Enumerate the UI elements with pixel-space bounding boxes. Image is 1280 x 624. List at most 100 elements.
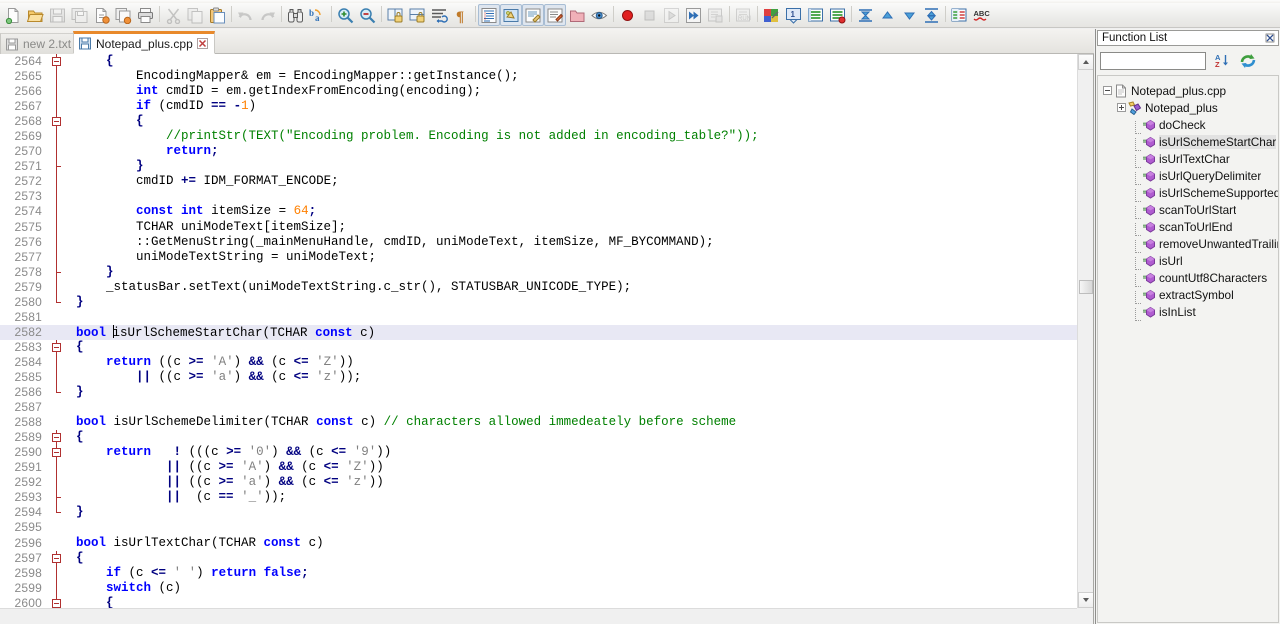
function-list-item[interactable]: isUrlSchemeSupported (1098, 184, 1278, 202)
code-line[interactable]: 2591 || ((c >= 'A') && (c <= 'Z')) (0, 460, 1077, 476)
code-line[interactable]: 2572 cmdID += IDM_FORMAT_ENCODE; (0, 174, 1077, 190)
toolbar-close-all-button[interactable] (112, 4, 134, 26)
toolbar-function-list-button[interactable] (544, 4, 566, 26)
close-icon[interactable] (1264, 32, 1276, 44)
fold-collapse-box[interactable] (52, 598, 61, 608)
fold-margin-cell[interactable] (48, 430, 66, 446)
code-line[interactable]: 2576 ::GetMenuString(_mainMenuHandle, cm… (0, 234, 1077, 250)
code-line[interactable]: 2584 return ((c >= 'A') && (c <= 'Z')) (0, 354, 1077, 370)
fold-collapse-box[interactable] (52, 117, 61, 127)
reload-arrows-icon[interactable] (1238, 51, 1258, 71)
function-list-item[interactable]: removeUnwantedTrailingC (1098, 235, 1278, 253)
code-line[interactable]: 2581 (0, 309, 1077, 325)
toolbar-show-all-chars-button[interactable]: ¶ (450, 4, 472, 26)
code-line[interactable]: 2567 if (cmdID == -1) (0, 99, 1077, 115)
function-list-search-input[interactable] (1100, 51, 1206, 70)
code-line[interactable]: 2569 //printStr(TEXT("Encoding problem. … (0, 129, 1077, 145)
toolbar-folder-as-workspace-button[interactable] (566, 4, 588, 26)
toolbar-open-file-button[interactable] (24, 4, 46, 26)
toolbar-replace-button[interactable]: ba (306, 4, 328, 26)
code-line[interactable]: 2571 } (0, 159, 1077, 175)
code-line[interactable]: 2595 (0, 520, 1077, 536)
code-line[interactable]: 2578 } (0, 264, 1077, 280)
toolbar-monitoring-button[interactable] (588, 4, 610, 26)
toolbar-doc-map-button[interactable] (522, 4, 544, 26)
toolbar-word-wrap-button[interactable] (428, 4, 450, 26)
code-line[interactable]: 2590 return ! (((c >= '0') && (c <= '9')… (0, 445, 1077, 461)
code-line[interactable]: 2598 if (c <= ' ') return false; (0, 565, 1077, 581)
fold-margin-cell[interactable] (48, 445, 66, 461)
toolbar-sync-vertical-scroll-button[interactable] (384, 4, 406, 26)
code-line[interactable]: 2593 || (c == '_')); (0, 490, 1077, 506)
toolbar-print-button[interactable] (134, 4, 156, 26)
tree-expand-box[interactable] (1117, 103, 1126, 112)
code-line[interactable]: 2568 { (0, 114, 1077, 130)
function-list-tree[interactable]: Notepad_plus.cpp Notepad_plus doCheck isUrl… (1097, 75, 1279, 623)
code-text-area[interactable]: 2564 {2565 EncodingMapper& em = Encoding… (0, 54, 1077, 624)
code-line[interactable]: 2585 || ((c >= 'a') && (c <= 'z')); (0, 369, 1077, 386)
function-list-item[interactable]: Notepad_plus.cpp (1098, 82, 1278, 99)
toolbar-record-macro-button[interactable] (616, 4, 638, 26)
toolbar-expand-level-button[interactable] (898, 4, 920, 26)
function-list-item[interactable]: isUrlQueryDelimiter (1098, 167, 1278, 185)
function-list-item[interactable]: scanToUrlStart (1098, 201, 1278, 219)
code-line[interactable]: 2589 { (0, 430, 1077, 446)
scroll-down-button[interactable] (1078, 592, 1093, 608)
fold-collapse-box[interactable] (52, 448, 61, 458)
toolbar-toggle-bookmark-button[interactable]: 1 (782, 4, 804, 26)
active-document-tab[interactable]: Notepad_plus.cpp (73, 31, 215, 54)
toolbar-collapse-level-button[interactable] (876, 4, 898, 26)
function-list-item[interactable]: doCheck (1098, 116, 1278, 134)
toolbar-indent-guide-button[interactable] (478, 4, 500, 26)
toolbar-close-file-button[interactable] (90, 4, 112, 26)
function-list-item[interactable]: isUrlTextChar (1098, 150, 1278, 168)
code-line[interactable]: 2592 || ((c >= 'a') && (c <= 'z')) (0, 475, 1077, 491)
function-list-item[interactable]: isInList (1098, 303, 1278, 321)
code-line[interactable]: 2574 const int itemSize = 64; (0, 204, 1077, 220)
function-list-item[interactable]: Notepad_plus (1098, 99, 1278, 116)
scroll-up-button[interactable] (1078, 54, 1093, 70)
code-line[interactable]: 2588 bool isUrlSchemeDelimiter(TCHAR cons… (0, 415, 1077, 431)
function-list-item[interactable]: isUrl (1098, 252, 1278, 270)
toolbar-paste-button[interactable] (206, 4, 228, 26)
code-line[interactable]: 2566 int cmdID = em.getIndexFromEncoding… (0, 84, 1077, 100)
fold-collapse-box[interactable] (52, 433, 61, 443)
code-line[interactable]: 2570 return; (0, 144, 1077, 160)
toolbar-show-tab-colours-button[interactable] (760, 4, 782, 26)
fold-margin-cell[interactable] (48, 54, 66, 70)
fold-collapse-box[interactable] (52, 57, 61, 66)
close-x-icon[interactable] (196, 38, 208, 49)
code-line[interactable]: 2596 bool isUrlTextChar(TCHAR const c) (0, 535, 1077, 551)
code-line[interactable]: 2577 uniModeTextString = uniModeText; (0, 249, 1077, 265)
function-list-item[interactable]: countUtf8Characters (1098, 269, 1278, 287)
code-line[interactable]: 2594} (0, 505, 1077, 521)
toolbar-sync-horizontal-scroll-button[interactable] (406, 4, 428, 26)
toolbar-find-button[interactable] (284, 4, 306, 26)
code-line[interactable]: 2575 TCHAR uniModeText[itemSize]; (0, 219, 1077, 235)
toolbar-spell-check-button[interactable]: ABC (970, 4, 992, 26)
tree-collapse-box[interactable] (1103, 86, 1112, 95)
code-line[interactable]: 2597 { (0, 550, 1077, 566)
code-line[interactable]: 2587 (0, 400, 1077, 416)
fold-margin-cell[interactable] (48, 339, 66, 355)
toolbar-zoom-in-button[interactable] (334, 4, 356, 26)
toolbar-user-defined-dialog-button[interactable] (500, 4, 522, 26)
editor-vertical-scrollbar[interactable] (1077, 54, 1093, 608)
code-line[interactable]: 2580} (0, 294, 1077, 310)
sort-az-icon[interactable]: A Z (1212, 51, 1232, 71)
toolbar-zoom-out-button[interactable] (356, 4, 378, 26)
code-line[interactable]: 2564 { (0, 54, 1077, 70)
toolbar-run-macro-multiple-button[interactable] (682, 4, 704, 26)
code-line[interactable]: 2586} (0, 385, 1077, 401)
function-list-item[interactable]: scanToUrlEnd (1098, 218, 1278, 236)
toolbar-compare-button[interactable] (948, 4, 970, 26)
toolbar-expand-all-button[interactable] (920, 4, 942, 26)
vertical-scroll-thumb[interactable] (1079, 280, 1093, 294)
toolbar-collapse-all-button[interactable] (854, 4, 876, 26)
toolbar-next-bookmark-button[interactable] (804, 4, 826, 26)
fold-margin-cell[interactable] (48, 550, 66, 566)
code-line[interactable]: 2582 bool isUrlSchemeStartChar(TCHAR cons… (0, 324, 1077, 340)
fold-margin-cell[interactable] (48, 114, 66, 130)
fold-collapse-box[interactable] (52, 342, 61, 352)
function-list-item[interactable]: isUrlSchemeStartChar (1098, 133, 1278, 151)
